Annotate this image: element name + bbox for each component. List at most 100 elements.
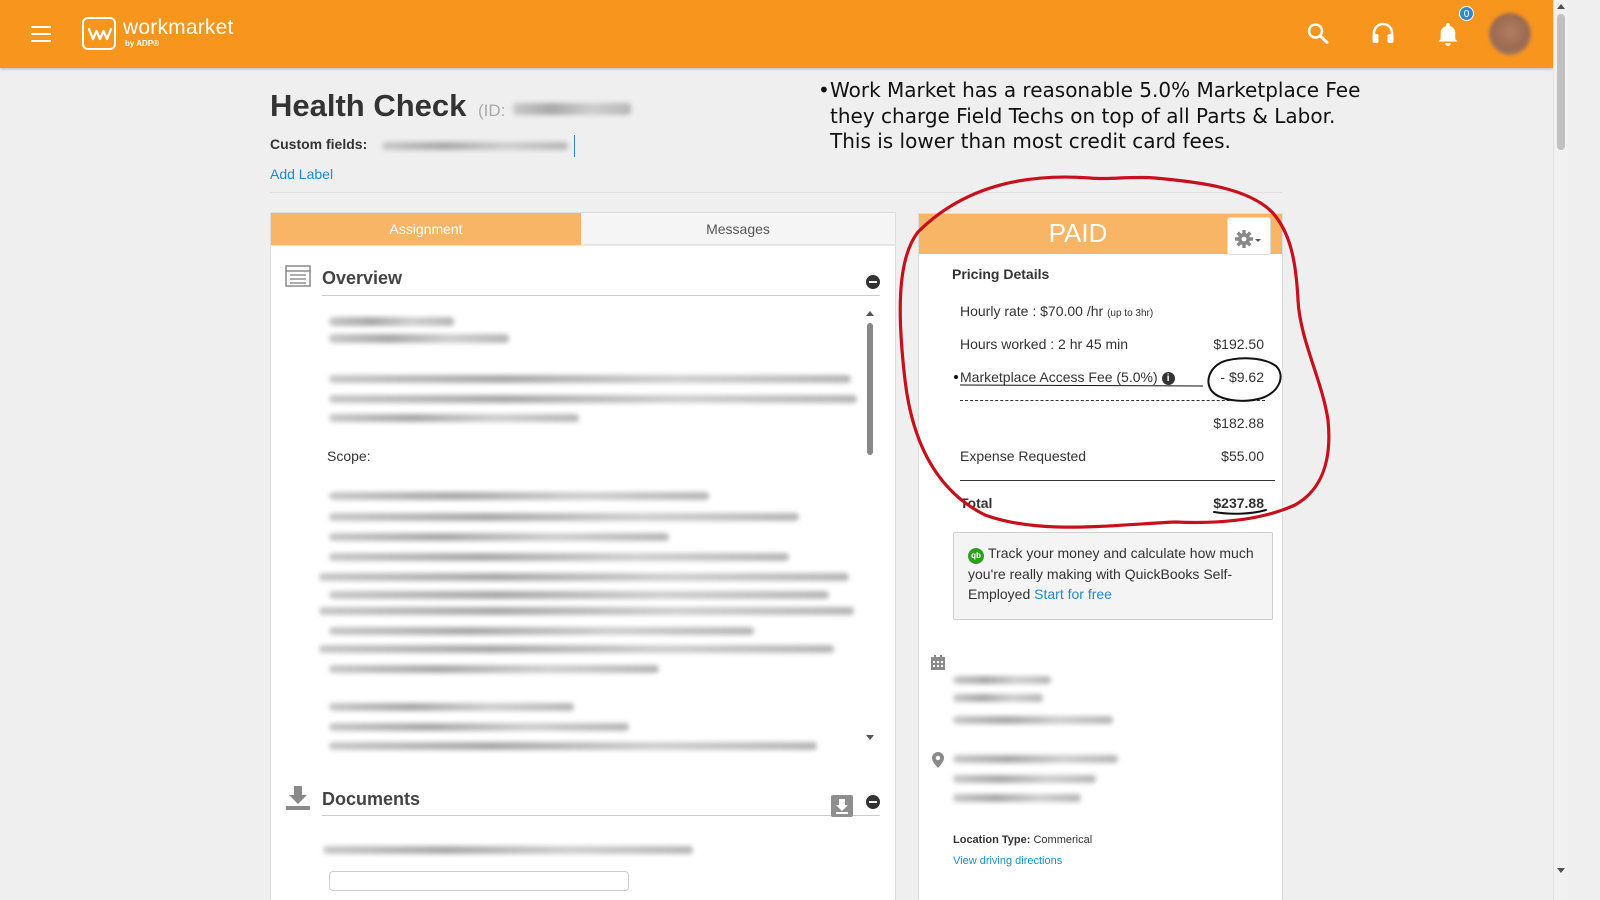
bell-icon[interactable] bbox=[1435, 20, 1461, 48]
subtotal-divider bbox=[960, 400, 1265, 401]
custom-fields-redacted bbox=[382, 142, 568, 150]
scrollbar-thumb[interactable] bbox=[1557, 14, 1565, 150]
workmarket-logo-icon[interactable] bbox=[82, 17, 116, 50]
scope-redacted-line bbox=[329, 723, 629, 731]
scope-redacted-line bbox=[319, 645, 834, 653]
location-type: Location Type: Commerical bbox=[953, 834, 1092, 846]
brand-name: workmarket bbox=[123, 16, 234, 39]
overview-redacted-heading bbox=[329, 317, 454, 326]
overview-scroll-down-icon[interactable] bbox=[866, 735, 874, 740]
add-label-link[interactable]: Add Label bbox=[270, 166, 333, 182]
text-cursor bbox=[574, 135, 575, 157]
avatar[interactable] bbox=[1489, 13, 1531, 55]
annotation-text: Work Market has a reasonable 5.0% Market… bbox=[830, 78, 1361, 153]
scope-redacted-line bbox=[329, 665, 659, 673]
quickbooks-logo-icon: qb bbox=[968, 548, 984, 564]
expense-value: $55.00 bbox=[1221, 448, 1264, 464]
overview-scroll-thumb[interactable] bbox=[867, 323, 873, 455]
total-divider bbox=[960, 480, 1275, 481]
scroll-down-icon[interactable] bbox=[1557, 868, 1565, 873]
overview-redacted-heading-2 bbox=[329, 334, 509, 343]
expense-label: Expense Requested bbox=[960, 448, 1087, 464]
status-bar: PAID bbox=[919, 214, 1282, 255]
top-nav-bar: workmarket by ADP® 0 bbox=[0, 0, 1553, 68]
scope-redacted-line bbox=[329, 492, 709, 500]
info-icon[interactable]: i bbox=[1161, 372, 1175, 385]
calendar-icon bbox=[931, 655, 945, 670]
document-item[interactable] bbox=[329, 871, 629, 891]
scope-redacted-line bbox=[329, 591, 829, 599]
download-all-button[interactable] bbox=[831, 795, 853, 817]
hours-worked-value: $192.50 bbox=[1213, 336, 1264, 352]
overview-scroll-up-icon[interactable] bbox=[866, 311, 874, 316]
schedule-redacted bbox=[953, 716, 1113, 724]
download-icon bbox=[286, 786, 310, 810]
list-icon bbox=[285, 265, 311, 287]
quickbooks-start-link[interactable]: Start for free bbox=[1034, 586, 1112, 602]
scope-redacted-line bbox=[329, 513, 799, 521]
subtotal-value: $182.88 bbox=[1213, 415, 1264, 431]
overview-scrollbar[interactable] bbox=[866, 311, 874, 741]
map-pin-icon bbox=[932, 752, 944, 768]
tab-underline bbox=[271, 245, 895, 246]
headset-icon[interactable] bbox=[1370, 20, 1396, 48]
notification-badge: 0 bbox=[1459, 6, 1474, 21]
driving-directions-link[interactable]: View driving directions bbox=[953, 855, 1062, 867]
scope-redacted-line bbox=[329, 627, 754, 635]
annotation-bullet: • bbox=[818, 78, 830, 102]
marketplace-fee-label: Marketplace Access Fee (5.0%) bbox=[960, 369, 1158, 385]
overview-redacted-line bbox=[329, 375, 851, 383]
scope-redacted-line bbox=[329, 533, 669, 541]
address-redacted bbox=[953, 775, 1096, 783]
location-type-label: Location Type: bbox=[953, 834, 1031, 846]
scroll-up-icon[interactable] bbox=[1557, 4, 1565, 9]
brand-sub: by ADP® bbox=[125, 39, 160, 48]
scope-redacted-line bbox=[319, 573, 849, 581]
menu-icon[interactable] bbox=[31, 26, 51, 42]
assignment-id-redacted bbox=[513, 103, 631, 115]
schedule-redacted bbox=[953, 694, 1043, 702]
page-scrollbar[interactable] bbox=[1553, 0, 1568, 900]
overview-redacted-line bbox=[329, 414, 579, 422]
hours-worked-label: Hours worked : 2 hr 45 min bbox=[960, 336, 1129, 352]
page-title: Health Check bbox=[270, 88, 467, 123]
total-label: Total bbox=[960, 495, 993, 511]
address-redacted bbox=[953, 794, 1081, 802]
documents-redacted-line bbox=[323, 846, 693, 854]
gear-icon bbox=[1235, 230, 1261, 248]
chevron-down-icon bbox=[1255, 239, 1261, 242]
header-divider bbox=[270, 192, 1282, 193]
location-type-value: Commerical bbox=[1033, 834, 1093, 846]
tab-assignment[interactable]: Assignment bbox=[271, 213, 581, 245]
tab-messages[interactable]: Messages bbox=[581, 213, 895, 245]
payment-panel: PAID Pricing Details Hourly rate: $70.0… bbox=[918, 213, 1283, 900]
scope-label: Scope: bbox=[327, 448, 371, 464]
hourly-rate-label: Hourly rate : $70.00 /hr bbox=[960, 303, 1104, 319]
download-icon bbox=[836, 799, 848, 814]
status-badge: PAID bbox=[1048, 218, 1108, 248]
scope-redacted-line bbox=[329, 742, 817, 750]
schedule-redacted bbox=[953, 676, 1051, 684]
scope-redacted-line bbox=[329, 553, 789, 561]
overview-collapse-icon[interactable] bbox=[866, 275, 880, 289]
documents-collapse-icon[interactable] bbox=[866, 795, 880, 809]
assignment-id-label: (ID: bbox=[478, 101, 506, 120]
total-value: $237.88 bbox=[1213, 495, 1264, 511]
hourly-rate-row: Hourly rate : $70.00 /hr (up to 3hr) bbox=[960, 303, 1153, 319]
hourly-rate-note: (up to 3hr) bbox=[1107, 308, 1154, 319]
assignment-panel: Assignment Messages Overview Scope: Docu… bbox=[270, 212, 896, 900]
overview-title: Overview bbox=[322, 268, 403, 288]
documents-title: Documents bbox=[322, 789, 421, 809]
settings-dropdown-button[interactable] bbox=[1227, 217, 1271, 255]
marketplace-fee-value: - $9.62 bbox=[1220, 369, 1264, 385]
address-redacted bbox=[953, 755, 1118, 763]
marketplace-fee-row: Marketplace Access Fee (5.0%) i bbox=[960, 369, 1175, 385]
custom-fields-label: Custom fields: bbox=[270, 136, 368, 152]
annotation-note: • Work Market has a reasonable 5.0% Mark… bbox=[818, 78, 1368, 155]
overview-redacted-line bbox=[329, 395, 857, 403]
search-icon[interactable] bbox=[1306, 20, 1332, 48]
overview-rule bbox=[322, 295, 880, 296]
scope-redacted-line bbox=[329, 703, 574, 711]
documents-rule bbox=[322, 815, 880, 816]
scope-redacted-line bbox=[319, 607, 854, 615]
